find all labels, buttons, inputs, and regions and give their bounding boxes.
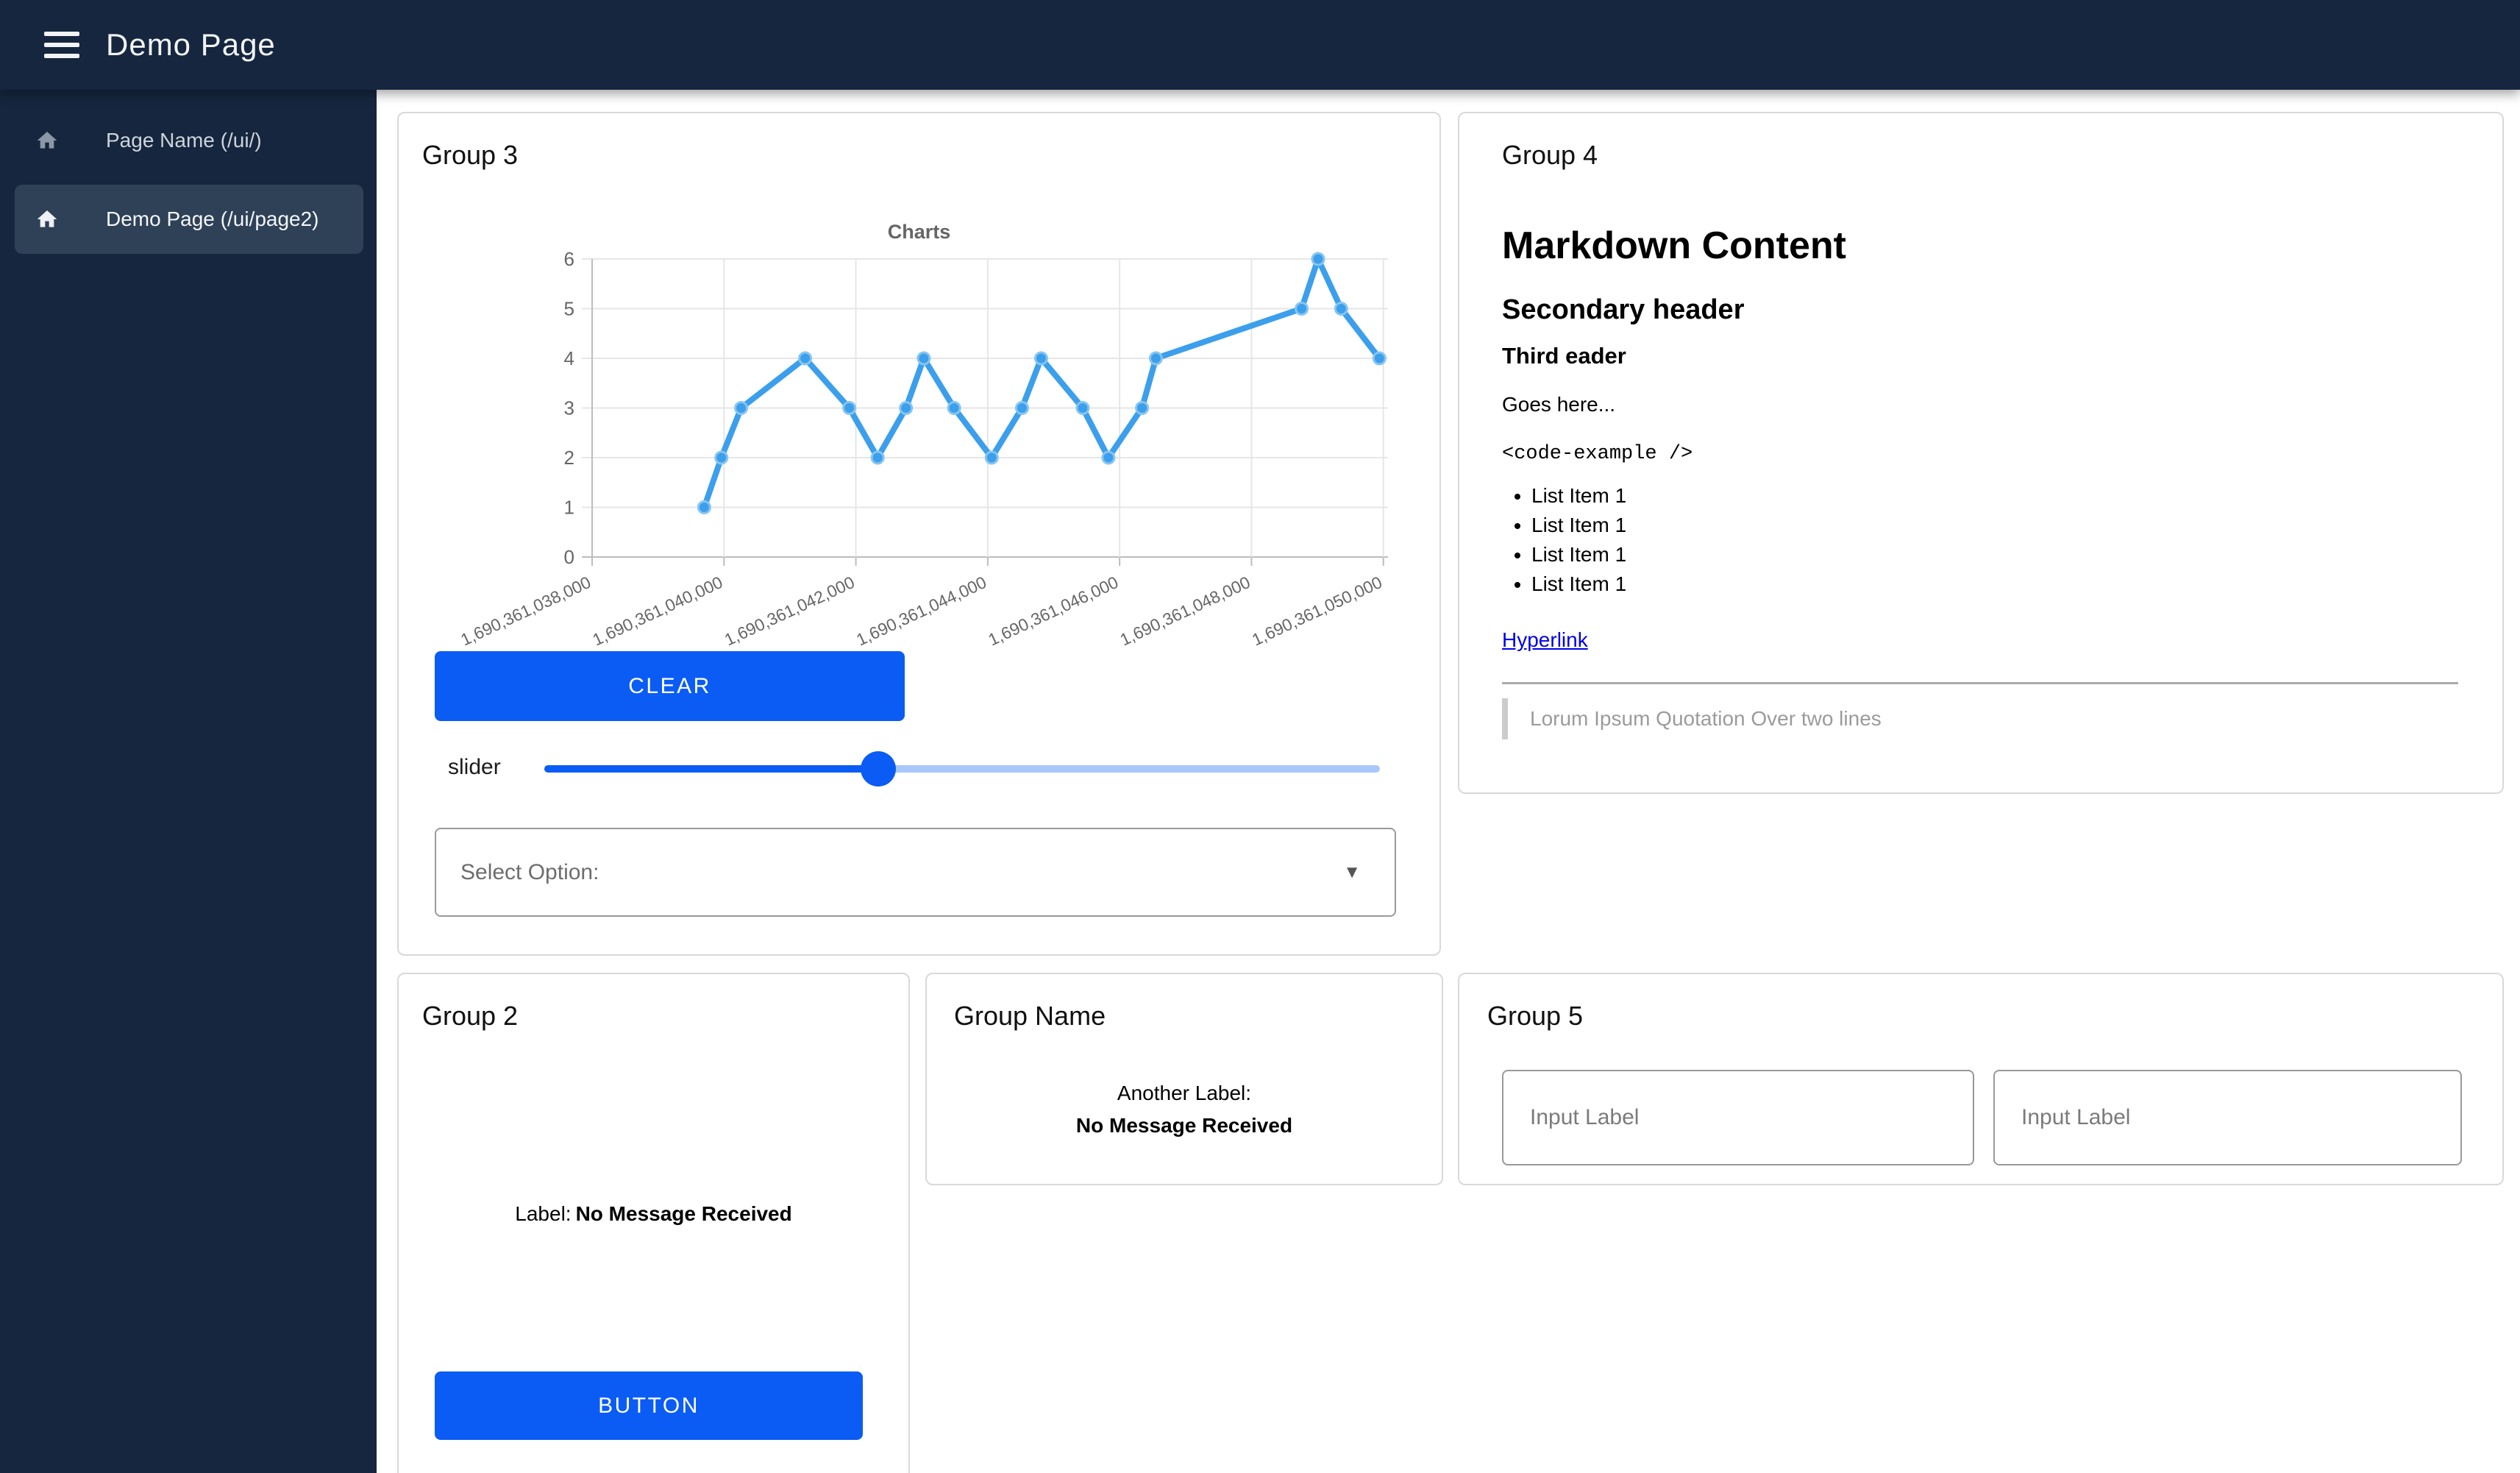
hamburger-menu-icon[interactable] bbox=[44, 32, 79, 58]
markdown-paragraph: Goes here... bbox=[1502, 393, 1615, 416]
blockquote-text: Lorum Ipsum Quotation Over two lines bbox=[1530, 707, 1882, 731]
chevron-down-icon: ▼ bbox=[1343, 862, 1361, 883]
message-label: Label: bbox=[515, 1202, 571, 1225]
svg-text:3: 3 bbox=[564, 397, 574, 419]
svg-text:5: 5 bbox=[564, 298, 574, 320]
clear-button[interactable]: CLEAR bbox=[435, 651, 905, 721]
sidebar-item-label: Page Name (/ui/) bbox=[106, 129, 262, 152]
group4-title: Group 4 bbox=[1502, 140, 1598, 171]
list-item: List Item 1 bbox=[1531, 540, 1626, 569]
sidebar: Page Name (/ui/) Demo Page (/ui/page2) bbox=[0, 90, 377, 1473]
another-label: Another Label: bbox=[927, 1082, 1442, 1105]
another-label-value: No Message Received bbox=[927, 1114, 1442, 1137]
code-block: <code-example /> bbox=[1502, 443, 1693, 465]
input-field-1[interactable] bbox=[1502, 1070, 1974, 1165]
svg-text:0: 0 bbox=[564, 546, 574, 568]
svg-text:1,690,361,040,000: 1,690,361,040,000 bbox=[590, 572, 726, 650]
list-item: List Item 1 bbox=[1531, 569, 1626, 599]
markdown-h3: Third eader bbox=[1502, 343, 1626, 369]
message-value: No Message Received bbox=[576, 1202, 792, 1225]
group-name-card: Group Name Another Label: No Message Rec… bbox=[925, 973, 1443, 1185]
sidebar-item-label: Demo Page (/ui/page2) bbox=[106, 207, 319, 231]
list-item: List Item 1 bbox=[1531, 481, 1626, 511]
markdown-h1: Markdown Content bbox=[1502, 224, 1846, 268]
group2-title: Group 2 bbox=[422, 1001, 518, 1032]
svg-text:1,690,361,050,000: 1,690,361,050,000 bbox=[1249, 572, 1385, 650]
sidebar-item-demo-page[interactable]: Demo Page (/ui/page2) bbox=[15, 185, 363, 254]
input-field-2[interactable] bbox=[1993, 1070, 2462, 1165]
line-chart: 0 1 2 3 4 5 6 1,690,361,038,0001,690,361,040,00… bbox=[399, 209, 1431, 695]
group2-message: Label:No Message Received bbox=[399, 1202, 908, 1226]
svg-text:1,690,361,048,000: 1,690,361,048,000 bbox=[1117, 572, 1253, 650]
svg-text:1,690,361,042,000: 1,690,361,042,000 bbox=[722, 572, 858, 650]
svg-text:4: 4 bbox=[564, 347, 574, 369]
blockquote: Lorum Ipsum Quotation Over two lines bbox=[1502, 698, 1882, 739]
group2-button[interactable]: BUTTON bbox=[435, 1371, 863, 1440]
svg-text:1,690,361,044,000: 1,690,361,044,000 bbox=[853, 572, 989, 650]
hyperlink[interactable]: Hyperlink bbox=[1502, 628, 1588, 652]
top-app-bar: Demo Page bbox=[0, 0, 2520, 90]
select-option-dropdown[interactable]: Select Option: ▼ bbox=[435, 828, 1396, 917]
divider bbox=[1502, 682, 2458, 684]
markdown-list: List Item 1 List Item 1 List Item 1 List… bbox=[1502, 481, 1626, 599]
group5-card: Group 5 bbox=[1458, 973, 2504, 1185]
slider-thumb[interactable] bbox=[861, 751, 896, 787]
list-item: List Item 1 bbox=[1531, 511, 1626, 540]
home-icon bbox=[35, 129, 59, 152]
group4-card: Group 4 Markdown Content Secondary heade… bbox=[1458, 112, 2504, 794]
slider-label: slider bbox=[448, 755, 501, 780]
svg-text:2: 2 bbox=[564, 447, 574, 469]
slider[interactable] bbox=[544, 765, 1380, 773]
group-name-title: Group Name bbox=[954, 1001, 1106, 1032]
home-icon bbox=[35, 207, 59, 231]
svg-text:6: 6 bbox=[564, 248, 574, 270]
line-chart-svg: 0 1 2 3 4 5 6 1,690,361,038,0001,690,361,040,00… bbox=[399, 209, 1431, 695]
svg-text:1,690,361,038,000: 1,690,361,038,000 bbox=[458, 572, 594, 650]
select-option-label: Select Option: bbox=[460, 860, 599, 885]
screen: Demo Page Page Name (/ui/) Demo Page (/u… bbox=[0, 0, 2520, 1473]
markdown-h2: Secondary header bbox=[1502, 294, 1744, 326]
group3-card: Group 3 Charts 01234561,690,361,038,0001… bbox=[397, 112, 1441, 956]
group3-title: Group 3 bbox=[422, 140, 518, 171]
sidebar-item-page-name[interactable]: Page Name (/ui/) bbox=[15, 106, 363, 175]
group5-title: Group 5 bbox=[1487, 1001, 1583, 1032]
app-title: Demo Page bbox=[106, 27, 276, 63]
svg-text:1: 1 bbox=[564, 497, 574, 519]
group2-card: Group 2 Label:No Message Received BUTTON bbox=[397, 973, 910, 1473]
slider-fill bbox=[544, 765, 878, 773]
svg-text:1,690,361,046,000: 1,690,361,046,000 bbox=[985, 572, 1121, 650]
